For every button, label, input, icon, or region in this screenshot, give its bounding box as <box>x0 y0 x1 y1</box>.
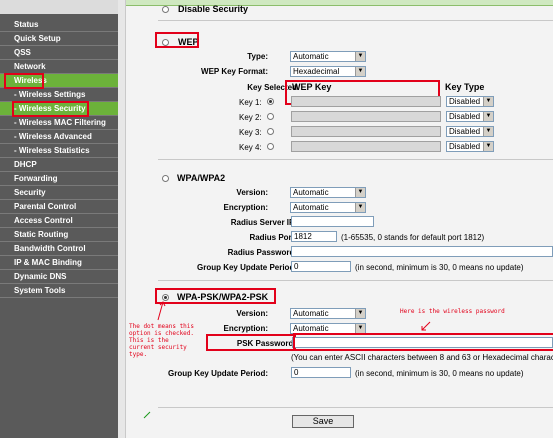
green-mark <box>143 411 151 419</box>
annotation-arrows <box>143 301 431 419</box>
password-note-arrow <box>421 321 431 331</box>
